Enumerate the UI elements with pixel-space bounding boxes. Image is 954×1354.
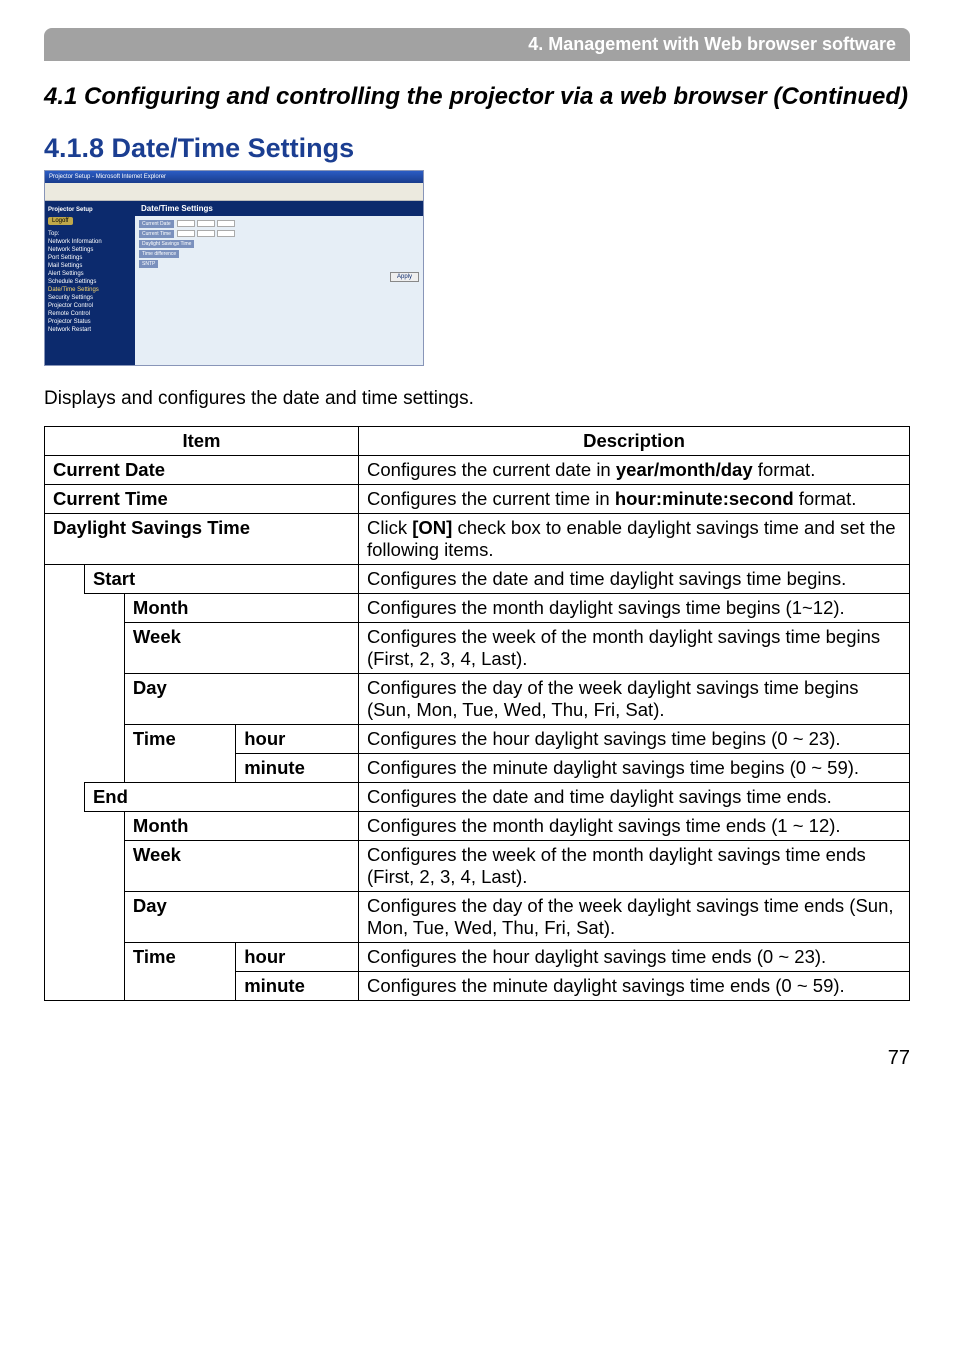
sidebar-item[interactable]: Network Settings — [48, 247, 132, 253]
subsection-header: 4.1.8 Date/Time Settings — [44, 133, 910, 164]
row-desc: Configures the minute daylight savings t… — [359, 972, 910, 1001]
table-row: Day Configures the day of the week dayli… — [45, 674, 910, 725]
sidebar-item[interactable]: Mail Settings — [48, 263, 132, 269]
table-row: Current Time Configures the current time… — [45, 485, 910, 514]
row-label: Month — [133, 597, 188, 618]
sidebar-item[interactable]: Projector Control — [48, 303, 132, 309]
settings-table: Item Description Current Date Configures… — [44, 426, 910, 1001]
table-row: Month Configures the month daylight savi… — [45, 594, 910, 623]
sidebar-item[interactable]: Projector Status — [48, 319, 132, 325]
row-label: minute — [244, 757, 305, 778]
table-row: Week Configures the week of the month da… — [45, 623, 910, 674]
row-label: Time — [133, 946, 176, 967]
logoff-button[interactable]: Logoff — [48, 217, 73, 225]
row-desc: Configures the week of the month dayligh… — [359, 623, 910, 674]
table-row: Start Configures the date and time dayli… — [45, 565, 910, 594]
table-row: Current Date Configures the current date… — [45, 456, 910, 485]
row-desc: Configures the day of the week daylight … — [359, 892, 910, 943]
table-row: Time hour Configures the hour daylight s… — [45, 725, 910, 754]
row-label: Start — [93, 568, 135, 589]
row-desc: Configures the week of the month dayligh… — [359, 841, 910, 892]
row-desc: Configures the date and time daylight sa… — [359, 565, 910, 594]
row-label: Current Time — [53, 488, 168, 509]
row-desc: Configures the hour daylight savings tim… — [359, 725, 910, 754]
row-label: Week — [133, 626, 181, 647]
row-label: Month — [133, 815, 188, 836]
intro-text: Displays and configures the date and tim… — [44, 388, 910, 410]
row-desc: Configures the hour daylight savings tim… — [359, 943, 910, 972]
row-desc: Configures the minute daylight savings t… — [359, 754, 910, 783]
settings-screenshot: Projector Setup - Microsoft Internet Exp… — [44, 170, 424, 366]
sidebar-item[interactable]: Schedule Settings — [48, 279, 132, 285]
sidebar-item[interactable]: Top: — [48, 231, 132, 237]
row-label: minute — [244, 975, 305, 996]
sidebar: Projector Setup Logoff Top: Network Info… — [45, 201, 135, 365]
row-label: Current Date — [53, 459, 165, 480]
sidebar-item[interactable]: Remote Control — [48, 311, 132, 317]
sidebar-title: Projector Setup — [48, 207, 132, 213]
table-row: End Configures the date and time dayligh… — [45, 783, 910, 812]
row-desc: Configures the month daylight savings ti… — [359, 594, 910, 623]
window-titlebar: Projector Setup - Microsoft Internet Exp… — [45, 171, 423, 183]
th-item: Item — [45, 427, 359, 456]
sidebar-item[interactable]: Network Restart — [48, 327, 132, 333]
apply-button[interactable]: Apply — [390, 272, 419, 282]
table-row: Time hour Configures the hour daylight s… — [45, 943, 910, 972]
sidebar-item[interactable]: Network Information — [48, 239, 132, 245]
row-label: hour — [244, 946, 285, 967]
row-desc: Click [ON] check box to enable daylight … — [359, 514, 910, 565]
row-label: Time — [133, 728, 176, 749]
table-row: Month Configures the month daylight savi… — [45, 812, 910, 841]
table-row: Week Configures the week of the month da… — [45, 841, 910, 892]
th-description: Description — [359, 427, 910, 456]
row-desc: Configures the current date in year/mont… — [359, 456, 910, 485]
row-desc: Configures the day of the week daylight … — [359, 674, 910, 725]
table-row: Day Configures the day of the week dayli… — [45, 892, 910, 943]
sidebar-item[interactable]: Port Settings — [48, 255, 132, 261]
row-label: Day — [133, 895, 167, 916]
row-desc: Configures the current time in hour:minu… — [359, 485, 910, 514]
sidebar-item[interactable]: Security Settings — [48, 295, 132, 301]
chapter-title: 4. Management with Web browser software — [44, 28, 910, 61]
sidebar-item-active[interactable]: Date/Time Settings — [48, 287, 132, 293]
row-desc: Configures the month daylight savings ti… — [359, 812, 910, 841]
row-label: Week — [133, 844, 181, 865]
row-label: Daylight Savings Time — [53, 517, 250, 538]
row-label: Day — [133, 677, 167, 698]
main-panel: Date/Time Settings Current Date Current … — [135, 201, 423, 365]
row-label: hour — [244, 728, 285, 749]
panel-title: Date/Time Settings — [135, 201, 423, 216]
table-row: Daylight Savings Time Click [ON] check b… — [45, 514, 910, 565]
row-desc: Configures the date and time daylight sa… — [359, 783, 910, 812]
row-label: End — [93, 786, 128, 807]
browser-toolbar — [45, 183, 423, 201]
page-number: 77 — [44, 1047, 910, 1070]
sidebar-item[interactable]: Alert Settings — [48, 271, 132, 277]
section-header: 4.1 Configuring and controlling the proj… — [44, 83, 910, 111]
